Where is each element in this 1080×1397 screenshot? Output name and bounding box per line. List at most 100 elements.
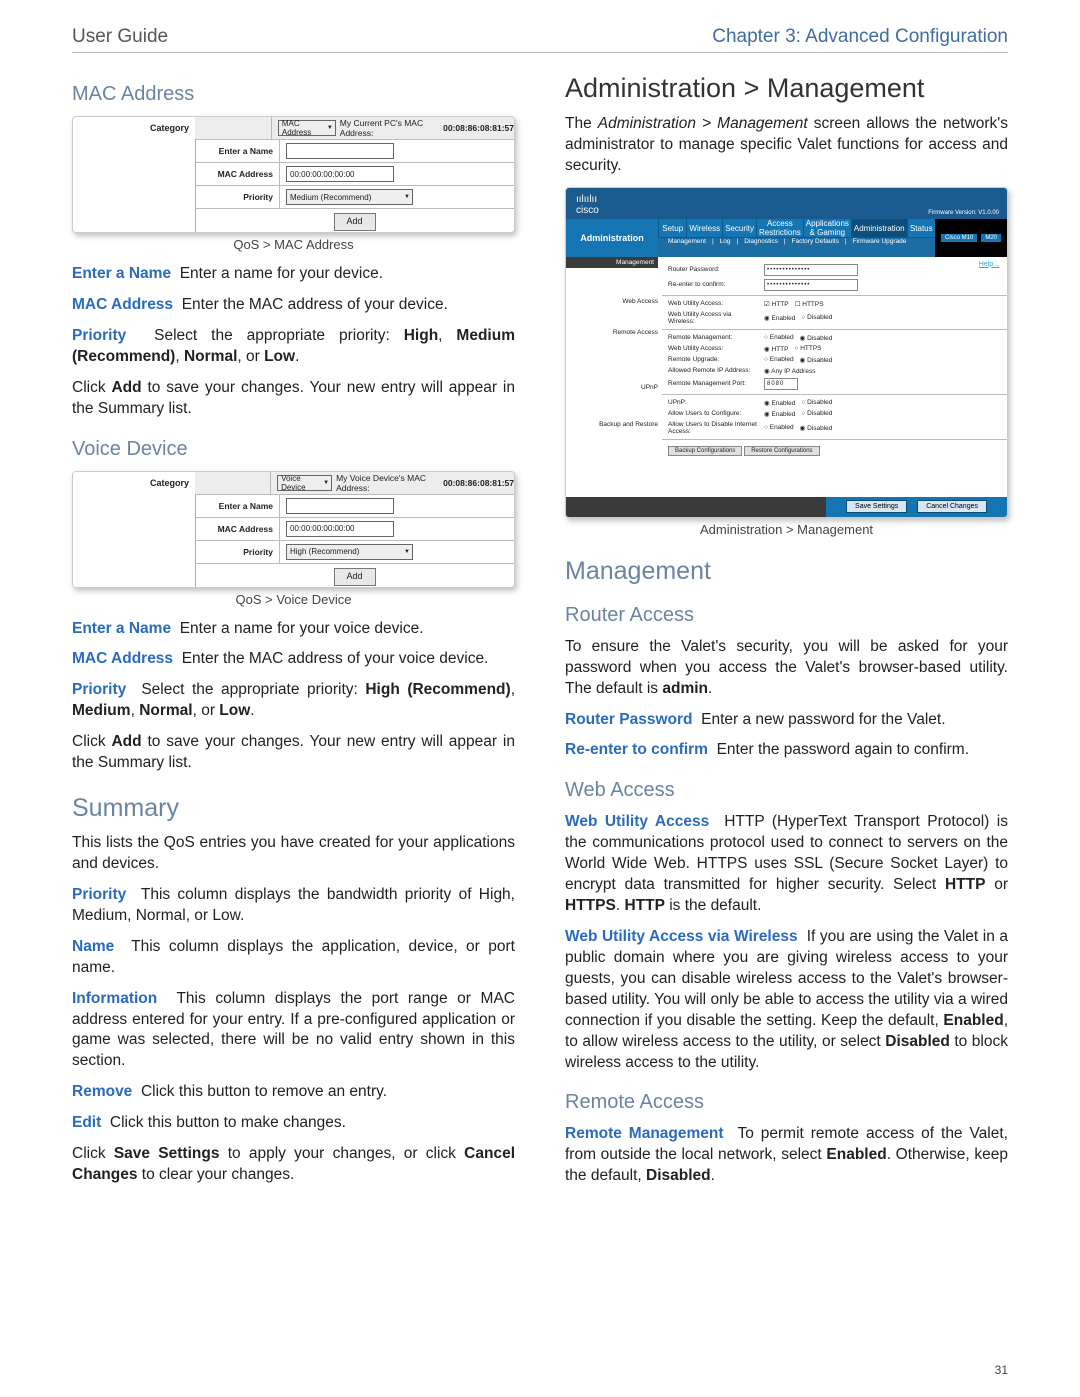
heading-remote-access: Remote Access	[565, 1091, 1008, 1114]
admin-sidebar: Management Web Access Remote Access UPnP…	[566, 257, 662, 497]
para-voice-add: Click Add to save your changes. Your new…	[72, 732, 515, 774]
qos-category-label: Category	[150, 123, 189, 133]
tab-security[interactable]: Security	[722, 219, 756, 238]
qos-voice-current-label: My Voice Device's MAC Address:	[336, 473, 439, 493]
para-web-utility-wireless: Web Utility Access via Wireless If you a…	[565, 927, 1008, 1073]
screenshot-qos-voice: Category Voice Device My Voice Device's …	[72, 471, 515, 588]
qos-voice-category-label: Category	[150, 478, 189, 488]
subtab-diagnostics[interactable]: Diagnostics	[744, 238, 778, 257]
page-header: User Guide Chapter 3: Advanced Configura…	[72, 26, 1008, 53]
upgrade-disabled-radio[interactable]: Disabled	[800, 356, 833, 364]
page-number: 31	[995, 1363, 1008, 1377]
aud-disabled-radio[interactable]: Disabled	[800, 424, 833, 432]
priority-label: Priority	[195, 186, 280, 208]
heading-admin-management: Administration > Management	[565, 73, 1008, 104]
heading-router-access: Router Access	[565, 604, 1008, 627]
auc-enabled-radio[interactable]: Enabled	[764, 410, 795, 418]
save-settings-button[interactable]: Save Settings	[846, 500, 907, 513]
tab-administration[interactable]: Administration	[851, 219, 907, 238]
priority-dropdown[interactable]: Medium (Recommend)	[286, 189, 413, 205]
upgrade-enabled-radio[interactable]: Enabled	[764, 356, 794, 363]
help-link[interactable]: Help...	[979, 261, 999, 268]
cancel-changes-button[interactable]: Cancel Changes	[917, 500, 987, 513]
upnp-enabled-radio[interactable]: Enabled	[764, 399, 795, 407]
para-summary-edit: Edit Click this button to make changes.	[72, 1113, 515, 1134]
caption-admin: Administration > Management	[565, 522, 1008, 537]
para-voice-enter-name: Enter a Name Enter a name for your voice…	[72, 619, 515, 640]
tab-setup[interactable]: Setup	[658, 219, 686, 238]
para-router-password: Router Password Enter a new password for…	[565, 710, 1008, 731]
section-title: Administration	[566, 219, 658, 257]
para-admin-intro: The Administration > Management screen a…	[565, 114, 1008, 177]
remote-http-radio[interactable]: HTTP	[764, 345, 788, 353]
subtab-factory-defaults[interactable]: Factory Defaults	[792, 238, 839, 257]
confact-password-input[interactable]: ••••••••••••••	[764, 279, 858, 291]
voice-add-button[interactable]: Add	[334, 568, 376, 586]
tab-access-restrictions[interactable]: Access Restrictions	[756, 219, 803, 238]
cisco-logo: ıılıılııcisco	[576, 194, 599, 216]
tab-applications-gaming[interactable]: Applications & Gaming	[803, 219, 851, 238]
heading-web-access: Web Access	[565, 779, 1008, 802]
right-column: Administration > Management The Administ…	[565, 65, 1008, 1197]
para-mac-address: MAC Address Enter the MAC address of you…	[72, 295, 515, 316]
remote-https-radio[interactable]: HTTPS	[794, 345, 821, 352]
para-web-utility-access: Web Utility Access HTTP (HyperText Trans…	[565, 812, 1008, 917]
subtab-firmware-upgrade[interactable]: Firmware Upgrade	[853, 238, 907, 257]
enter-name-input[interactable]	[286, 143, 394, 159]
wireless-disabled-radio[interactable]: Disabled	[801, 314, 832, 321]
screenshot-qos-mac: Category MAC Address My Current PC's MAC…	[72, 116, 515, 233]
voice-mac-label: MAC Address	[195, 518, 280, 540]
aud-enabled-radio[interactable]: Enabled	[764, 424, 794, 431]
voice-enter-name-input[interactable]	[286, 498, 394, 514]
add-button[interactable]: Add	[334, 213, 376, 231]
subtab-management[interactable]: Management	[664, 238, 706, 257]
header-right: Chapter 3: Advanced Configuration	[712, 26, 1008, 48]
restore-button[interactable]: Restore Configurations	[744, 446, 819, 456]
upnp-disabled-radio[interactable]: Disabled	[801, 399, 832, 406]
voice-priority-dropdown[interactable]: High (Recommend)	[286, 544, 413, 560]
caption-qos-voice: QoS > Voice Device	[72, 592, 515, 607]
para-router-access: To ensure the Valet's security, you will…	[565, 637, 1008, 700]
voice-enter-name-label: Enter a Name	[195, 495, 280, 517]
para-summary-name: Name This column displays the applicatio…	[72, 937, 515, 979]
auc-disabled-radio[interactable]: Disabled	[801, 410, 832, 417]
para-summary-intro: This lists the QoS entries you have crea…	[72, 833, 515, 875]
mac-address-label: MAC Address	[195, 163, 280, 185]
qos-voice-current-value: 00:08:86:08:81:57	[443, 478, 514, 488]
router-password-input[interactable]: ••••••••••••••	[764, 264, 858, 276]
heading-mac-address: MAC Address	[72, 83, 515, 106]
qos-voice-dropdown[interactable]: Voice Device	[277, 475, 332, 491]
para-summary-priority: Priority This column displays the bandwi…	[72, 885, 515, 927]
para-remote-management: Remote Management To permit remote acces…	[565, 1124, 1008, 1187]
tab-wireless[interactable]: Wireless	[686, 219, 722, 238]
model-box: Cisco M10M20	[935, 219, 1007, 257]
header-left: User Guide	[72, 26, 168, 48]
voice-priority-label: Priority	[195, 541, 280, 563]
para-summary-info: Information This column displays the por…	[72, 989, 515, 1073]
firmware-version: Firmware Version: V1.0.00	[928, 210, 999, 216]
backup-button[interactable]: Backup Configurations	[668, 446, 742, 456]
heading-voice-device: Voice Device	[72, 438, 515, 461]
https-checkbox[interactable]: HTTPS	[795, 300, 824, 308]
qos-mac-current-value: 00:08:86:08:81:57	[443, 123, 514, 133]
http-checkbox[interactable]: HTTP	[764, 300, 789, 308]
para-voice-mac: MAC Address Enter the MAC address of you…	[72, 649, 515, 670]
remote-port-input[interactable]: 8080	[764, 378, 798, 390]
para-summary-save: Click Save Settings to apply your change…	[72, 1144, 515, 1186]
para-voice-priority: Priority Select the appropriate priority…	[72, 680, 515, 722]
tab-status[interactable]: Status	[907, 219, 935, 238]
wireless-enabled-radio[interactable]: Enabled	[764, 314, 795, 322]
voice-mac-input[interactable]: 00:00:00:00:00:00	[286, 521, 394, 537]
remote-enabled-radio[interactable]: Enabled	[764, 334, 794, 341]
para-reenter-confirm: Re-enter to confirm Enter the password a…	[565, 740, 1008, 761]
qos-mac-current-label: My Current PC's MAC Address:	[340, 118, 439, 138]
subtab-log[interactable]: Log	[720, 238, 731, 257]
remote-disabled-radio[interactable]: Disabled	[800, 334, 833, 342]
para-mac-add: Click Add to save your changes. Your new…	[72, 378, 515, 420]
left-column: MAC Address Category MAC Address My Curr…	[72, 65, 515, 1197]
qos-mac-dropdown[interactable]: MAC Address	[278, 120, 336, 136]
mac-address-input[interactable]: 00:00:00:00:00:00	[286, 166, 394, 182]
screenshot-admin-management: ıılıılııcisco Firmware Version: V1.0.00 …	[565, 187, 1008, 518]
anyip-radio[interactable]: Any IP Address	[764, 367, 815, 375]
para-mac-enter-name: Enter a Name Enter a name for your devic…	[72, 264, 515, 285]
